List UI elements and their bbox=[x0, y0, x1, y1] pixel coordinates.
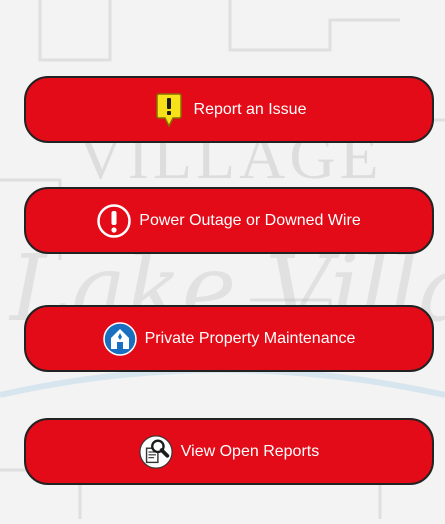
private-property-maintenance-label: Private Property Maintenance bbox=[144, 329, 356, 347]
report-an-issue-button[interactable]: Report an Issue bbox=[24, 76, 434, 143]
view-open-reports-button[interactable]: View Open Reports bbox=[24, 418, 434, 485]
main-menu: Report an Issue Power Outage or Downed W… bbox=[0, 0, 445, 519]
exclamation-icon bbox=[97, 202, 132, 240]
power-outage-button[interactable]: Power Outage or Downed Wire bbox=[24, 187, 434, 254]
view-open-reports-label: View Open Reports bbox=[180, 442, 320, 460]
private-property-maintenance-button[interactable]: Private Property Maintenance bbox=[24, 305, 434, 372]
report-an-issue-label: Report an Issue bbox=[193, 100, 307, 118]
alert-pin-icon bbox=[152, 91, 186, 129]
magnifier-document-icon bbox=[139, 433, 173, 471]
house-icon bbox=[102, 320, 137, 358]
power-outage-label: Power Outage or Downed Wire bbox=[139, 211, 361, 229]
